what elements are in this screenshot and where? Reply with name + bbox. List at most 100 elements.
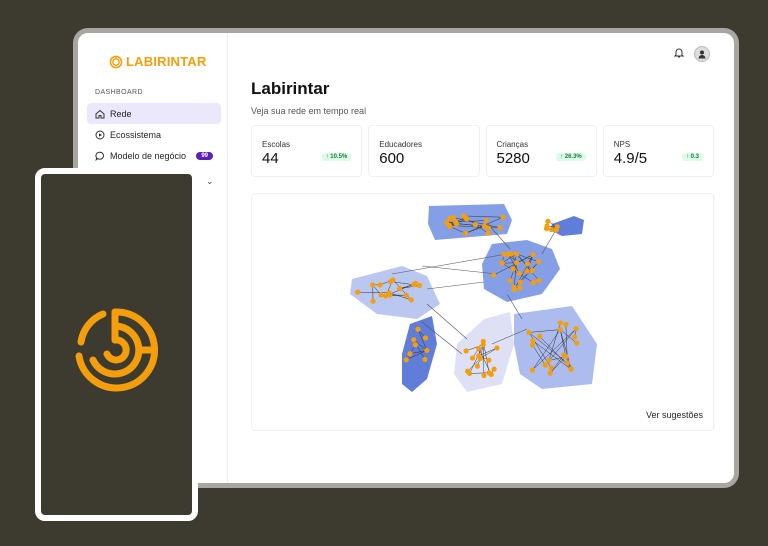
- stat-label: Educadores: [379, 140, 422, 149]
- network-node: [529, 367, 536, 373]
- cluster: [482, 240, 560, 302]
- network-node: [513, 260, 520, 266]
- network-node: [542, 362, 548, 368]
- sidebar-item-modelo-de-negocio[interactable]: Modelo de negócio 99: [87, 145, 221, 166]
- labyrinth-icon: [109, 55, 123, 68]
- network-node: [488, 371, 494, 378]
- network-node: [507, 278, 513, 284]
- network-node: [511, 286, 517, 293]
- network-node: [411, 337, 417, 343]
- network-node: [536, 259, 542, 265]
- stat-delta-badge: ↑ 26.3%: [556, 153, 586, 161]
- network-node: [387, 292, 393, 298]
- network-node: [530, 252, 536, 258]
- network-node: [557, 320, 563, 326]
- sidebar-item-label: Ecossistema: [110, 129, 162, 140]
- network-node: [422, 356, 428, 363]
- brand-name: LABIRINTAR: [126, 54, 207, 69]
- network-node: [387, 278, 394, 285]
- network-node: [510, 266, 516, 272]
- network-node: [501, 251, 507, 257]
- network-node: [412, 280, 419, 286]
- stat-delta-badge: ↑ 0.3: [681, 153, 703, 161]
- network-node: [554, 224, 560, 230]
- network-node: [530, 280, 536, 286]
- network-node: [370, 282, 376, 288]
- cluster: [454, 312, 514, 392]
- network-node: [497, 225, 503, 231]
- stat-card-criancas[interactable]: Crianças 5280 ↑ 26.3%: [485, 125, 597, 177]
- network-node: [422, 335, 429, 341]
- page-title: Labirintar: [251, 79, 330, 98]
- network-node: [574, 340, 580, 346]
- user-avatar[interactable]: [694, 46, 710, 62]
- stat-card-educadores[interactable]: Educadores 600: [368, 125, 480, 177]
- network-node: [568, 366, 574, 372]
- network-node: [481, 372, 487, 379]
- network-node: [415, 326, 421, 332]
- notification-badge: 99: [196, 151, 213, 160]
- section-label: DASHBOARD: [95, 89, 143, 96]
- sidebar-item-label: Rede: [110, 108, 132, 119]
- sidebar-item-rede[interactable]: Rede: [87, 103, 221, 124]
- network-node: [464, 368, 471, 374]
- network-node: [529, 342, 536, 348]
- network-node: [412, 342, 419, 348]
- network-node: [516, 270, 523, 276]
- network-node: [517, 279, 524, 285]
- chat-bubble-icon: [95, 151, 105, 161]
- network-node: [485, 230, 491, 236]
- topbar-actions: [673, 45, 710, 63]
- network-node: [378, 292, 384, 298]
- stat-label: NPS: [613, 140, 631, 149]
- network-node: [453, 221, 460, 227]
- network-node: [517, 285, 523, 291]
- network-node: [524, 268, 530, 274]
- network-node: [408, 297, 414, 303]
- sidebar-nav: Rede Ecossistema Modelo de negócio 99: [87, 103, 221, 166]
- network-node: [460, 213, 467, 219]
- phone-mockup: [35, 168, 198, 521]
- stat-card-escolas[interactable]: Escolas 44 ↑ 10.5%: [251, 125, 363, 177]
- network-node: [525, 261, 531, 267]
- home-icon: [95, 109, 105, 119]
- bell-icon[interactable]: [673, 45, 685, 63]
- stat-delta-badge: ↑ 10.5%: [321, 153, 352, 161]
- network-node: [447, 216, 453, 222]
- play-circle-icon: [95, 130, 105, 140]
- network-node: [476, 353, 482, 359]
- cluster: [514, 306, 597, 389]
- network-node: [485, 225, 492, 231]
- network-node: [572, 334, 578, 340]
- sidebar-item-ecossistema[interactable]: Ecossistema: [87, 124, 221, 145]
- cluster: [428, 204, 512, 240]
- network-node: [499, 260, 505, 266]
- network-node: [447, 224, 453, 230]
- network-node: [407, 351, 413, 357]
- network-node: [491, 272, 497, 278]
- ver-sugestoes-link[interactable]: Ver sugestões: [646, 410, 703, 420]
- stat-label: Escolas: [262, 140, 291, 149]
- labyrinth-logo-icon: [75, 308, 159, 392]
- network-node: [536, 278, 542, 284]
- stat-value: 600: [379, 150, 405, 167]
- network-node: [557, 326, 563, 333]
- sidebar-item-label: Modelo de negócio: [110, 150, 187, 161]
- network-node: [564, 360, 570, 366]
- network-node: [383, 293, 389, 299]
- network-node: [474, 363, 481, 369]
- network-node: [563, 321, 569, 328]
- network-node: [548, 226, 554, 233]
- network-node: [545, 218, 551, 224]
- network-node: [500, 214, 506, 220]
- network-graph[interactable]: [252, 194, 713, 430]
- network-node: [546, 357, 552, 364]
- network-node: [537, 333, 543, 339]
- network-node: [547, 370, 553, 376]
- brand-logo[interactable]: LABIRINTAR: [109, 54, 206, 69]
- chevron-down-icon[interactable]: ⌄: [206, 176, 214, 187]
- network-node: [403, 292, 409, 298]
- network-node: [508, 251, 514, 257]
- stat-card-nps[interactable]: NPS 4.9/5 ↑ 0.3: [602, 125, 714, 177]
- network-node: [483, 217, 489, 224]
